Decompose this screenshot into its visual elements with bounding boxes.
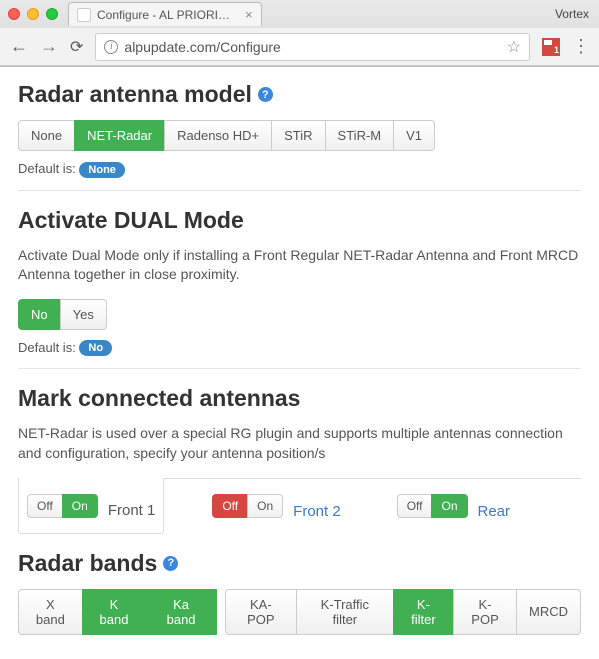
section-heading-dual-mode: Activate DUAL Mode bbox=[18, 207, 581, 234]
window-titlebar: Configure - AL PRIORITY® Firm × Vortex bbox=[0, 0, 599, 28]
front1-label: Front 1 bbox=[108, 502, 156, 519]
divider bbox=[18, 190, 581, 191]
front2-label[interactable]: Front 2 bbox=[293, 503, 341, 520]
band-ka-pop[interactable]: KA-POP bbox=[225, 589, 297, 635]
divider bbox=[18, 368, 581, 369]
dual-mode-description: Activate Dual Mode only if installing a … bbox=[18, 246, 581, 285]
antenna-rear: Off On Rear bbox=[389, 489, 518, 533]
default-badge: No bbox=[79, 340, 112, 356]
antennas-description: NET-Radar is used over a special RG plug… bbox=[18, 424, 581, 463]
bookmark-star-icon[interactable]: ☆ bbox=[507, 37, 521, 57]
section-heading-radar-model: Radar antenna model ? bbox=[18, 81, 581, 108]
front1-off-button[interactable]: Off bbox=[27, 494, 63, 518]
close-window-button[interactable] bbox=[8, 8, 20, 20]
dual-no-button[interactable]: No bbox=[18, 299, 61, 330]
site-info-icon[interactable]: i bbox=[104, 40, 118, 54]
front1-on-button[interactable]: On bbox=[62, 494, 98, 518]
forward-button: → bbox=[40, 36, 58, 57]
option-none[interactable]: None bbox=[18, 120, 75, 151]
option-radenso[interactable]: Radenso HD+ bbox=[164, 120, 272, 151]
option-v1[interactable]: V1 bbox=[393, 120, 435, 151]
option-net-radar[interactable]: NET-Radar bbox=[74, 120, 165, 151]
rear-off-button[interactable]: Off bbox=[397, 494, 433, 518]
antenna-positions: Off On Front 1 Off On Front 2 Off On Rea… bbox=[18, 478, 581, 550]
favicon bbox=[77, 8, 91, 22]
band-k-pop[interactable]: K-POP bbox=[453, 589, 517, 635]
url-text: alpupdate.com/Configure bbox=[124, 39, 280, 55]
profile-name[interactable]: Vortex bbox=[555, 7, 589, 21]
tab-title: Configure - AL PRIORITY® Firm bbox=[97, 8, 237, 22]
default-label: Default is: None bbox=[18, 161, 581, 178]
chrome-menu-icon[interactable]: ⋮ bbox=[572, 44, 589, 49]
band-x[interactable]: X band bbox=[18, 589, 83, 635]
antenna-front1: Off On Front 1 bbox=[18, 478, 164, 534]
dual-mode-toggle: No Yes bbox=[18, 299, 107, 330]
dual-yes-button[interactable]: Yes bbox=[60, 299, 107, 330]
address-bar[interactable]: i alpupdate.com/Configure ☆ bbox=[95, 33, 530, 61]
browser-tab[interactable]: Configure - AL PRIORITY® Firm × bbox=[68, 2, 262, 26]
band-k[interactable]: K band bbox=[82, 589, 147, 635]
band-k-traffic[interactable]: K-Traffic filter bbox=[296, 589, 394, 635]
band-mrcd[interactable]: MRCD bbox=[516, 589, 581, 635]
reload-button[interactable]: ⟳ bbox=[70, 37, 83, 57]
default-badge: None bbox=[79, 162, 125, 178]
option-stir[interactable]: STiR bbox=[271, 120, 325, 151]
option-stir-m[interactable]: STiR-M bbox=[325, 120, 395, 151]
back-button[interactable]: ← bbox=[10, 36, 28, 57]
help-icon[interactable]: ? bbox=[258, 87, 273, 102]
section-heading-radar-bands: Radar bands ? bbox=[18, 550, 581, 577]
default-label: Default is: No bbox=[18, 340, 581, 357]
front2-on-button[interactable]: On bbox=[247, 494, 283, 518]
band-k-filter[interactable]: K-filter bbox=[393, 589, 454, 635]
section-heading-antennas: Mark connected antennas bbox=[18, 385, 581, 412]
close-tab-icon[interactable]: × bbox=[245, 7, 253, 22]
rear-on-button[interactable]: On bbox=[431, 494, 467, 518]
minimize-window-button[interactable] bbox=[27, 8, 39, 20]
antenna-front2: Off On Front 2 bbox=[204, 489, 348, 533]
front2-off-button[interactable]: Off bbox=[212, 494, 248, 518]
radar-bands-selector: X band K band Ka band KA-POP K-Traffic f… bbox=[18, 589, 581, 635]
radar-model-selector: None NET-Radar Radenso HD+ STiR STiR-M V… bbox=[18, 120, 435, 151]
help-icon[interactable]: ? bbox=[163, 556, 178, 571]
extension-icon[interactable]: 1 bbox=[542, 38, 560, 56]
band-ka[interactable]: Ka band bbox=[145, 589, 216, 635]
maximize-window-button[interactable] bbox=[46, 8, 58, 20]
rear-label[interactable]: Rear bbox=[478, 503, 511, 520]
